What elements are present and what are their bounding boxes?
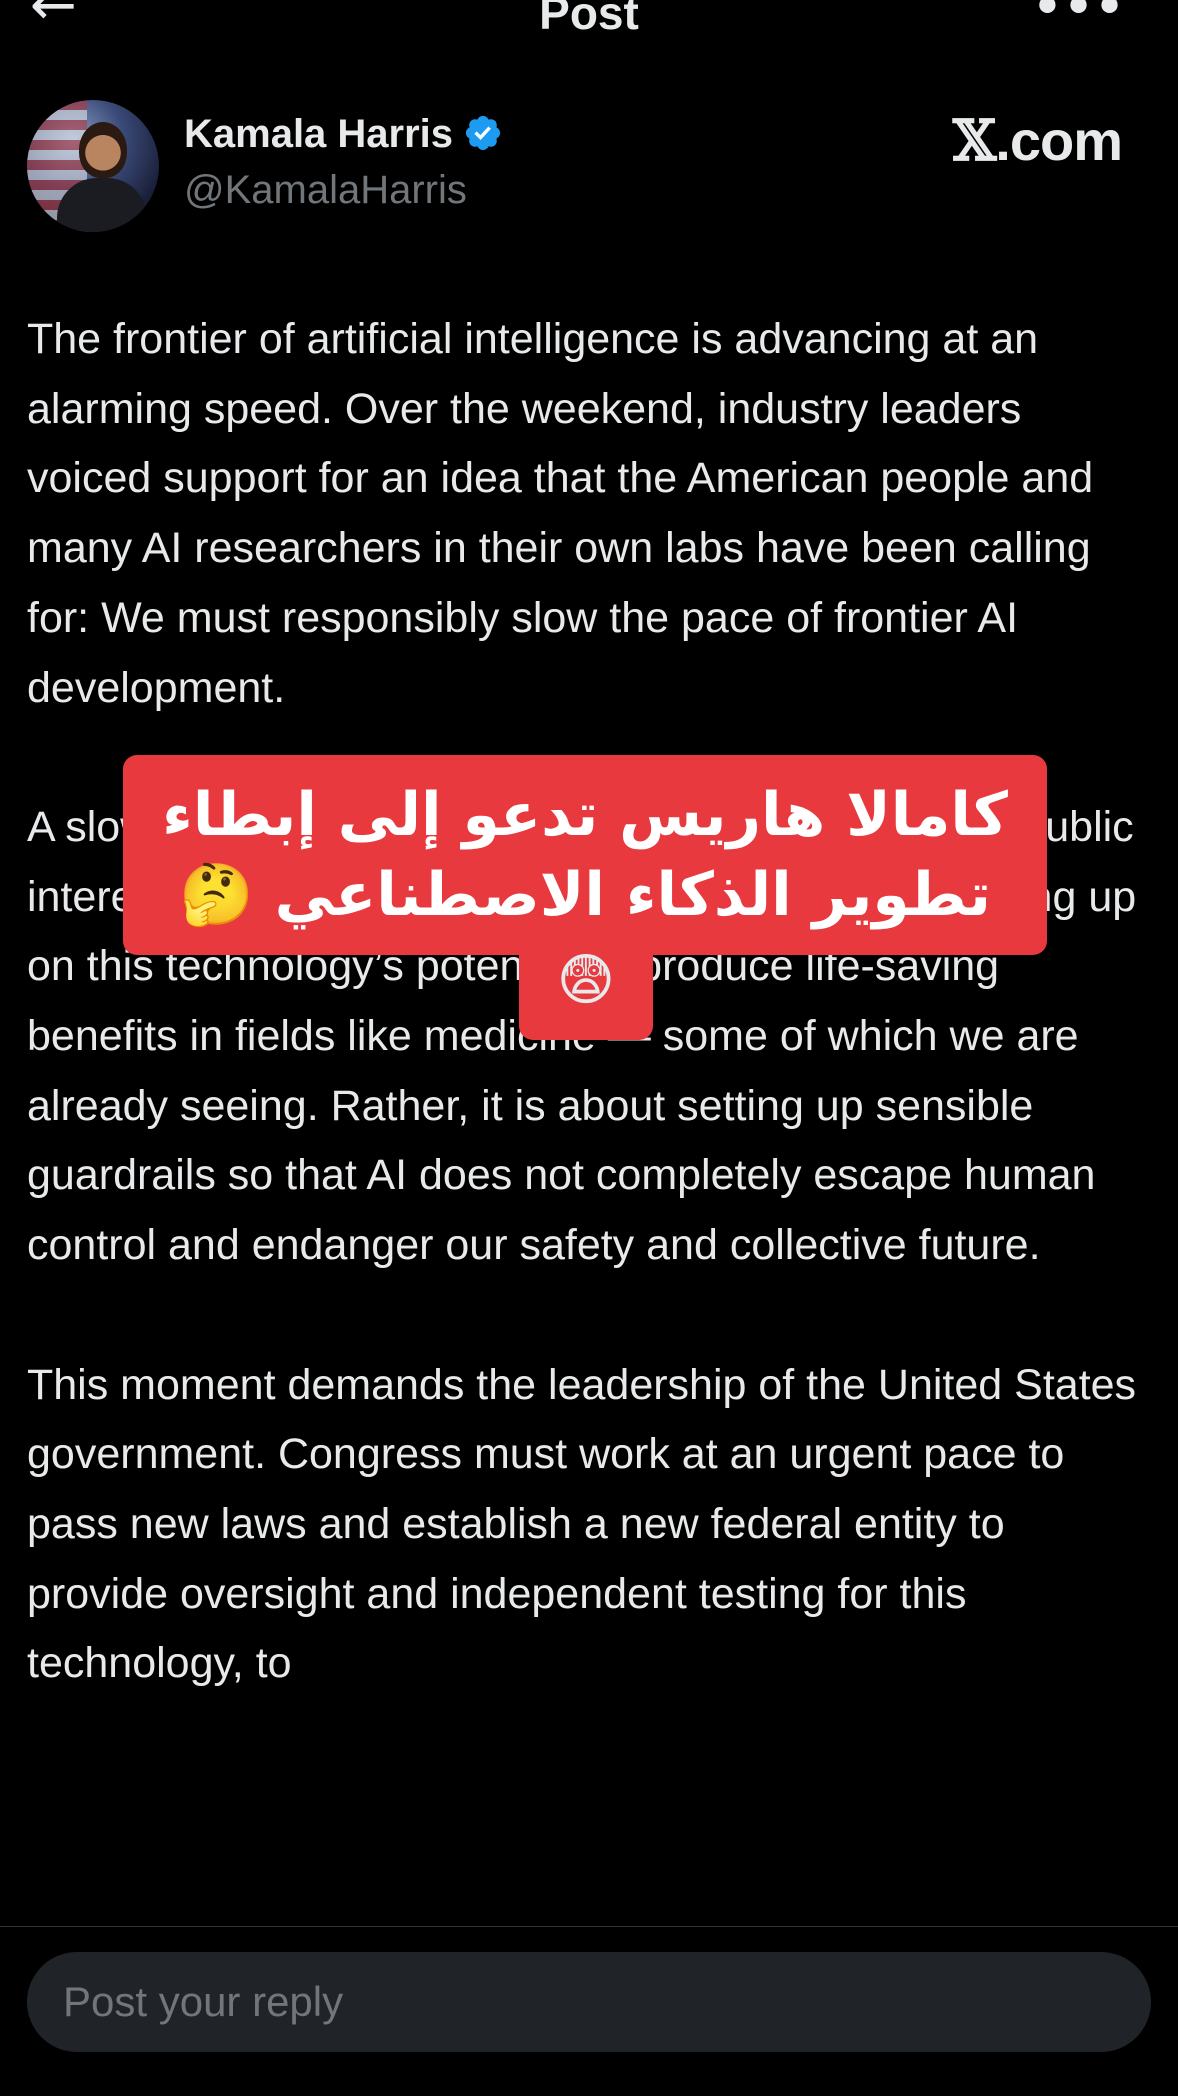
overlay-emoji-tab: 😨 (519, 920, 653, 1040)
more-button[interactable]: ••• (1031, 0, 1126, 36)
page-title: Post (539, 0, 639, 39)
author-handle[interactable]: @KamalaHarris (184, 168, 467, 213)
author-name[interactable]: Kamala Harris (184, 112, 503, 157)
verified-badge-icon (465, 116, 501, 151)
post-paragraph: The frontier of artificial intelligence … (27, 315, 1094, 712)
avatar[interactable] (27, 100, 159, 232)
reply-input[interactable] (27, 1952, 1151, 2052)
author-name-text: Kamala Harris (184, 112, 454, 156)
fearful-face-emoji-icon: 😨 (556, 948, 616, 1013)
top-bar: ← Post ••• (0, 0, 1178, 40)
x-logo-icon: 𝕏 (952, 108, 996, 174)
divider (0, 1926, 1178, 1927)
more-horizontal-icon: ••• (1030, 0, 1126, 40)
watermark-suffix: .com (995, 109, 1123, 172)
post-paragraph: This moment demands the leadership of th… (27, 1360, 1137, 1688)
x-com-watermark: 𝕏.com (952, 108, 1123, 174)
overlay-line-1: كامالا هاريس تدعو إلى إبطاء (162, 780, 1008, 850)
